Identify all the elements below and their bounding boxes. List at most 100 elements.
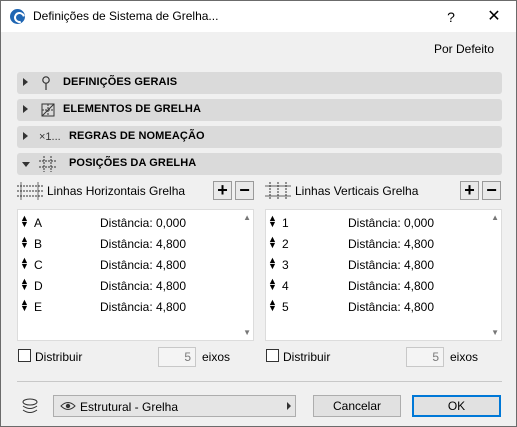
drag-handle-icon[interactable]: ▲ ▼ [20, 235, 29, 250]
list-item[interactable]: ▲ ▼ 5 Distância: 4,800 [266, 296, 486, 316]
close-button[interactable]: ✕ [484, 7, 504, 27]
layer-name: Estrutural - Grelha [80, 400, 179, 414]
horizontal-distribute-row: Distribuir 5 eixos [17, 347, 254, 367]
ok-button[interactable]: OK [412, 395, 501, 417]
collapse-arrow-icon [22, 162, 30, 167]
remove-horizontal-line-button[interactable]: − [235, 181, 254, 200]
distance-value[interactable]: 4,800 [404, 237, 434, 251]
list-item[interactable]: ▲ ▼ 1 Distância: 0,000 [266, 212, 486, 232]
line-name: C [34, 258, 43, 272]
distance-label: Distância: [348, 258, 401, 272]
distance-label: Distância: [348, 216, 401, 230]
scroll-up-icon[interactable]: ▲ [243, 213, 251, 222]
distance-value[interactable]: 4,800 [156, 258, 186, 272]
axes-count-input[interactable]: 5 [406, 347, 444, 367]
distribute-checkbox[interactable] [266, 349, 279, 362]
section-grid-elements[interactable]: ELEMENTOS DE GRELHA [17, 99, 502, 121]
drag-handle-icon[interactable]: ▲ ▼ [20, 277, 29, 292]
horizontal-lines-icon [17, 182, 43, 200]
distance-value[interactable]: 4,800 [156, 279, 186, 293]
line-name: 1 [282, 216, 289, 230]
grid-positions-icon [39, 156, 57, 172]
line-name: A [34, 216, 43, 230]
line-name: D [34, 279, 43, 293]
expand-arrow-icon [23, 132, 28, 140]
line-name: E [34, 300, 43, 314]
distance-label: Distância: [100, 279, 153, 293]
naming-icon: ×1... [39, 131, 61, 143]
line-name: B [34, 237, 43, 251]
drag-handle-icon[interactable]: ▲ ▼ [20, 256, 29, 271]
scroll-up-icon[interactable]: ▲ [491, 213, 499, 222]
list-item[interactable]: ▲ ▼ 3 Distância: 4,800 [266, 254, 486, 274]
vertical-distribute-row: Distribuir 5 eixos [265, 347, 502, 367]
list-item[interactable]: ▲ ▼ C Distância: 4,800 [18, 254, 238, 274]
distribute-label: Distribuir [283, 350, 331, 364]
list-item[interactable]: ▲ ▼ D Distância: 4,800 [18, 275, 238, 295]
drag-handle-icon[interactable]: ▲ ▼ [268, 277, 277, 292]
distance-value[interactable]: 4,800 [404, 300, 434, 314]
distance-value[interactable]: 0,000 [156, 216, 186, 230]
drag-handle-icon[interactable]: ▲ ▼ [268, 235, 277, 250]
distance-label: Distância: [348, 279, 401, 293]
distance-value[interactable]: 4,800 [156, 300, 186, 314]
app-logo-icon [10, 9, 25, 24]
vertical-lines-title: Linhas Verticais Grelha [295, 184, 419, 198]
list-item[interactable]: ▲ ▼ A Distância: 0,000 [18, 212, 238, 232]
distribute-checkbox[interactable] [18, 349, 31, 362]
cancel-button[interactable]: Cancelar [313, 395, 401, 417]
add-horizontal-line-button[interactable]: + [213, 181, 232, 200]
section-naming-rules[interactable]: ×1... REGRAS DE NOMEAÇÃO [17, 126, 502, 148]
help-button[interactable]: ? [441, 7, 461, 27]
axes-label: eixos [450, 350, 479, 364]
section-label: ELEMENTOS DE GRELHA [63, 103, 201, 115]
distance-label: Distância: [100, 258, 153, 272]
list-item[interactable]: ▲ ▼ 4 Distância: 4,800 [266, 275, 486, 295]
horizontal-lines-title: Linhas Horizontais Grelha [47, 184, 186, 198]
dialog-window: Definições de Sistema de Grelha... ? ✕ P… [0, 0, 517, 427]
axes-count-input[interactable]: 5 [158, 347, 196, 367]
grid-element-icon [39, 102, 57, 118]
distance-label: Distância: [100, 216, 153, 230]
axes-label: eixos [202, 350, 231, 364]
list-item[interactable]: ▲ ▼ B Distância: 4,800 [18, 233, 238, 253]
distance-value[interactable]: 4,800 [156, 237, 186, 251]
footer-divider [17, 381, 502, 382]
section-label: POSIÇÕES DA GRELHA [69, 157, 197, 169]
distance-value[interactable]: 4,800 [404, 258, 434, 272]
expand-arrow-icon [23, 105, 28, 113]
window-title: Definições de Sistema de Grelha... [33, 9, 219, 23]
layer-dropdown[interactable]: Estrutural - Grelha [53, 395, 296, 417]
section-general-settings[interactable]: DEFINIÇÕES GERAIS [17, 72, 502, 94]
scroll-down-icon[interactable]: ▼ [243, 328, 251, 337]
distance-label: Distância: [348, 300, 401, 314]
title-bar: Definições de Sistema de Grelha... ? ✕ [1, 1, 516, 32]
distance-value[interactable]: 4,800 [404, 279, 434, 293]
eye-icon [60, 400, 76, 412]
drag-handle-icon[interactable]: ▲ ▼ [20, 298, 29, 313]
line-name: 5 [282, 300, 289, 314]
vertical-lines-icon [265, 182, 291, 200]
add-vertical-line-button[interactable]: + [460, 181, 479, 200]
drag-handle-icon[interactable]: ▲ ▼ [268, 298, 277, 313]
layers-icon [21, 397, 39, 415]
line-name: 3 [282, 258, 289, 272]
distance-value[interactable]: 0,000 [404, 216, 434, 230]
pin-icon [39, 75, 57, 91]
distance-label: Distância: [348, 237, 401, 251]
remove-vertical-line-button[interactable]: − [482, 181, 501, 200]
dropdown-arrow-icon [287, 402, 291, 410]
expand-arrow-icon [23, 78, 28, 86]
drag-handle-icon[interactable]: ▲ ▼ [268, 214, 277, 229]
drag-handle-icon[interactable]: ▲ ▼ [268, 256, 277, 271]
horizontal-lines-list[interactable]: ▲ ▼ A Distância: 0,000 ▲ ▼ B Distância: 4,… [17, 209, 254, 341]
scroll-down-icon[interactable]: ▼ [491, 328, 499, 337]
default-settings-link[interactable]: Por Defeito [434, 42, 494, 56]
vertical-lines-list[interactable]: ▲ ▼ 1 Distância: 0,000 ▲ ▼ 2 Distância: 4,… [265, 209, 502, 341]
drag-handle-icon[interactable]: ▲ ▼ [20, 214, 29, 229]
section-grid-positions[interactable]: POSIÇÕES DA GRELHA [17, 153, 502, 175]
list-item[interactable]: ▲ ▼ 2 Distância: 4,800 [266, 233, 486, 253]
list-item[interactable]: ▲ ▼ E Distância: 4,800 [18, 296, 238, 316]
line-name: 2 [282, 237, 289, 251]
distance-label: Distância: [100, 300, 153, 314]
